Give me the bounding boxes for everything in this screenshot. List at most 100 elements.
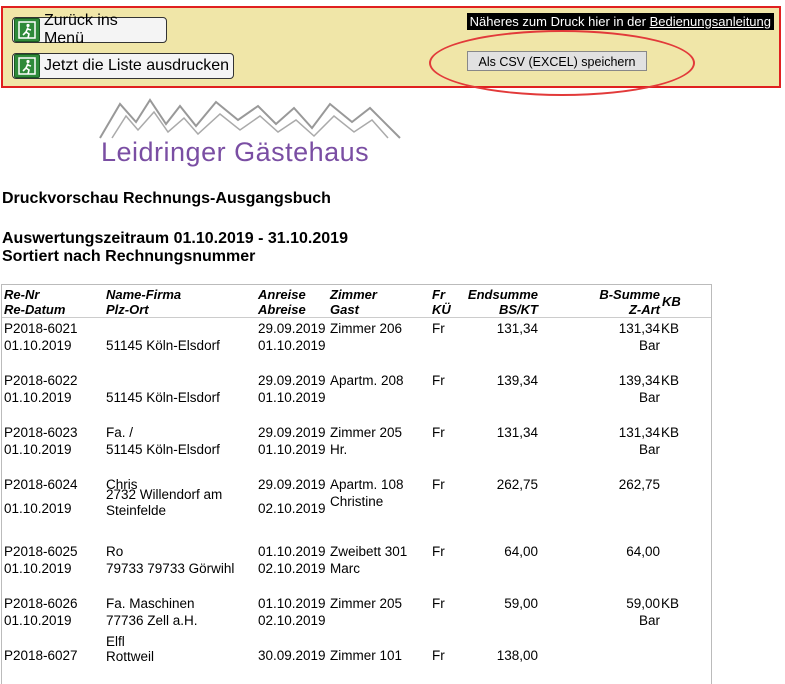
cell-redatum: 01.10.2019: [4, 501, 72, 516]
cell-gast: Marc: [330, 561, 360, 576]
cell-anreise: 01.10.2019: [258, 544, 326, 559]
cell-plz: 51145 Köln-Elsdorf: [106, 442, 220, 457]
sort-heading: Sortiert nach Rechnungsnummer: [2, 248, 256, 265]
cell-fr: Fr: [432, 477, 445, 492]
cell-zart: Bar: [638, 613, 660, 628]
cell-zimmer: Zimmer 101: [330, 648, 403, 663]
cell-redatum: 01.10.2019: [4, 390, 72, 405]
cell-renr: P2018-6026: [4, 596, 78, 611]
cell-endsumme: 262,75: [496, 477, 538, 492]
cell-redatum: 01.10.2019: [4, 613, 72, 628]
cell-bsumme: 64,00: [626, 544, 660, 559]
cell-fr: Fr: [432, 373, 445, 388]
col-header-renr: Re-Nr Re-Datum: [4, 287, 66, 317]
cell-abreise: 02.10.2019: [258, 501, 326, 516]
cell-zart: Bar: [638, 338, 660, 353]
cell-bsumme: 59,00: [626, 596, 660, 611]
exit-door-icon: [14, 18, 40, 42]
header-divider: [2, 317, 711, 318]
page-title: Druckvorschau Rechnungs-Ausgangsbuch: [2, 190, 331, 207]
cell-zimmer: Apartm. 108: [330, 477, 404, 492]
cell-abreise: 01.10.2019: [258, 442, 326, 457]
cell-plz: 51145 Köln-Elsdorf: [106, 390, 220, 405]
cell-bsumme: 131,34: [618, 425, 660, 440]
cell-anreise: 29.09.2019: [258, 321, 326, 336]
manual-link[interactable]: Bedienungsanleitung: [650, 14, 771, 29]
cell-name: Fa. Maschinen: [106, 596, 195, 611]
cell-zimmer: Zimmer 205: [330, 596, 403, 611]
cell-renr: P2018-6024: [4, 477, 78, 492]
cell-kb: KB: [661, 321, 680, 336]
save-csv-button[interactable]: Als CSV (EXCEL) speichern: [467, 51, 647, 71]
cell-kb: KB: [661, 425, 680, 440]
cell-zimmer: Zimmer 205: [330, 425, 403, 440]
cell-zimmer: Apartm. 208: [330, 373, 404, 388]
cell-redatum: 01.10.2019: [4, 338, 72, 353]
cell-endsumme: 64,00: [504, 544, 538, 559]
col-header-kb: KB: [662, 294, 681, 309]
cell-zimmer: Zimmer 206: [330, 321, 403, 336]
cell-anreise: 29.09.2019: [258, 373, 326, 388]
cell-fr: Fr: [432, 321, 445, 336]
col-header-bsumme: B-Summe Z-Art: [599, 287, 660, 317]
col-header-name: Name-Firma Plz-Ort: [106, 287, 182, 317]
cell-endsumme: 138,00: [496, 648, 538, 663]
cell-endsumme: 131,34: [496, 321, 538, 336]
cell-anreise: 30.09.2019: [258, 648, 326, 663]
cell-abreise: 02.10.2019: [258, 613, 326, 628]
cell-fr: Fr: [432, 596, 445, 611]
cell-redatum: 01.10.2019: [4, 442, 72, 457]
cell-abreise: 02.10.2019: [258, 561, 326, 576]
toolbar: Zurück ins Menü Jetzt die Liste ausdruck…: [1, 6, 781, 88]
cell-fr: Fr: [432, 544, 445, 559]
col-header-anreise: Anreise Abreise: [258, 287, 306, 317]
cell-anreise: 29.09.2019: [258, 425, 326, 440]
cell-plz: 79733 79733 Görwihl: [106, 561, 235, 576]
col-header-endsumme: Endsumme BS/KT: [467, 287, 538, 317]
cell-bsumme: 262,75: [618, 477, 660, 492]
cell-abreise: 01.10.2019: [258, 338, 326, 353]
cell-zimmer: Zweibett 301: [330, 544, 408, 559]
cell-kb: KB: [661, 373, 680, 388]
cell-name: Elfl: [106, 634, 125, 649]
print-list-label: Jetzt die Liste ausdrucken: [44, 57, 229, 74]
cell-fr: Fr: [432, 648, 445, 663]
cell-plz: 51145 Köln-Elsdorf: [106, 338, 220, 353]
col-header-zimmer: Zimmer Gast: [330, 287, 377, 317]
cell-name: Ro: [106, 544, 124, 559]
cell-name: Fa. /: [106, 425, 134, 440]
back-to-menu-button[interactable]: Zurück ins Menü: [12, 12, 167, 47]
cell-anreise: 29.09.2019: [258, 477, 326, 492]
print-help-text: Näheres zum Druck hier in der: [469, 14, 650, 29]
cell-plz: 77736 Zell a.H.: [106, 613, 198, 628]
cell-zart: Bar: [638, 442, 660, 457]
exit-door-icon: [14, 54, 40, 78]
cell-plz: Steinfelde: [106, 503, 167, 518]
cell-renr: P2018-6021: [4, 321, 78, 336]
cell-gast: Hr.: [330, 442, 348, 457]
cell-abreise: 01.10.2019: [258, 390, 326, 405]
cell-kb: KB: [661, 596, 680, 611]
cell-gast: Christine: [330, 494, 384, 509]
cell-bsumme: 139,34: [618, 373, 660, 388]
cell-endsumme: 131,34: [496, 425, 538, 440]
cell-anreise: 01.10.2019: [258, 596, 326, 611]
cell-fr: Fr: [432, 425, 445, 440]
cell-renr: P2018-6025: [4, 544, 78, 559]
print-list-button[interactable]: Jetzt die Liste ausdrucken: [12, 53, 234, 79]
print-help-note: Näheres zum Druck hier in der Bedienungs…: [466, 13, 774, 30]
logo-text: Leidringer Gästehaus: [101, 137, 370, 167]
cell-plz: Rottweil: [106, 649, 155, 664]
invoice-table: Re-Nr Re-Datum Name-Firma Plz-Ort Anreise A…: [1, 284, 712, 684]
cell-endsumme: 59,00: [504, 596, 538, 611]
cell-renr: P2018-6027: [4, 648, 78, 663]
cell-plz: 2732 Willendorf am: [106, 487, 223, 502]
col-header-fr: Fr KÜ: [432, 287, 451, 317]
cell-redatum: 01.10.2019: [4, 561, 72, 576]
cell-renr: P2018-6022: [4, 373, 78, 388]
cell-renr: P2018-6023: [4, 425, 78, 440]
cell-bsumme: 131,34: [618, 321, 660, 336]
back-to-menu-label: Zurück ins Menü: [43, 12, 118, 47]
cell-endsumme: 139,34: [496, 373, 538, 388]
period-heading: Auswertungszeitraum 01.10.2019 - 31.10.2…: [2, 230, 348, 247]
